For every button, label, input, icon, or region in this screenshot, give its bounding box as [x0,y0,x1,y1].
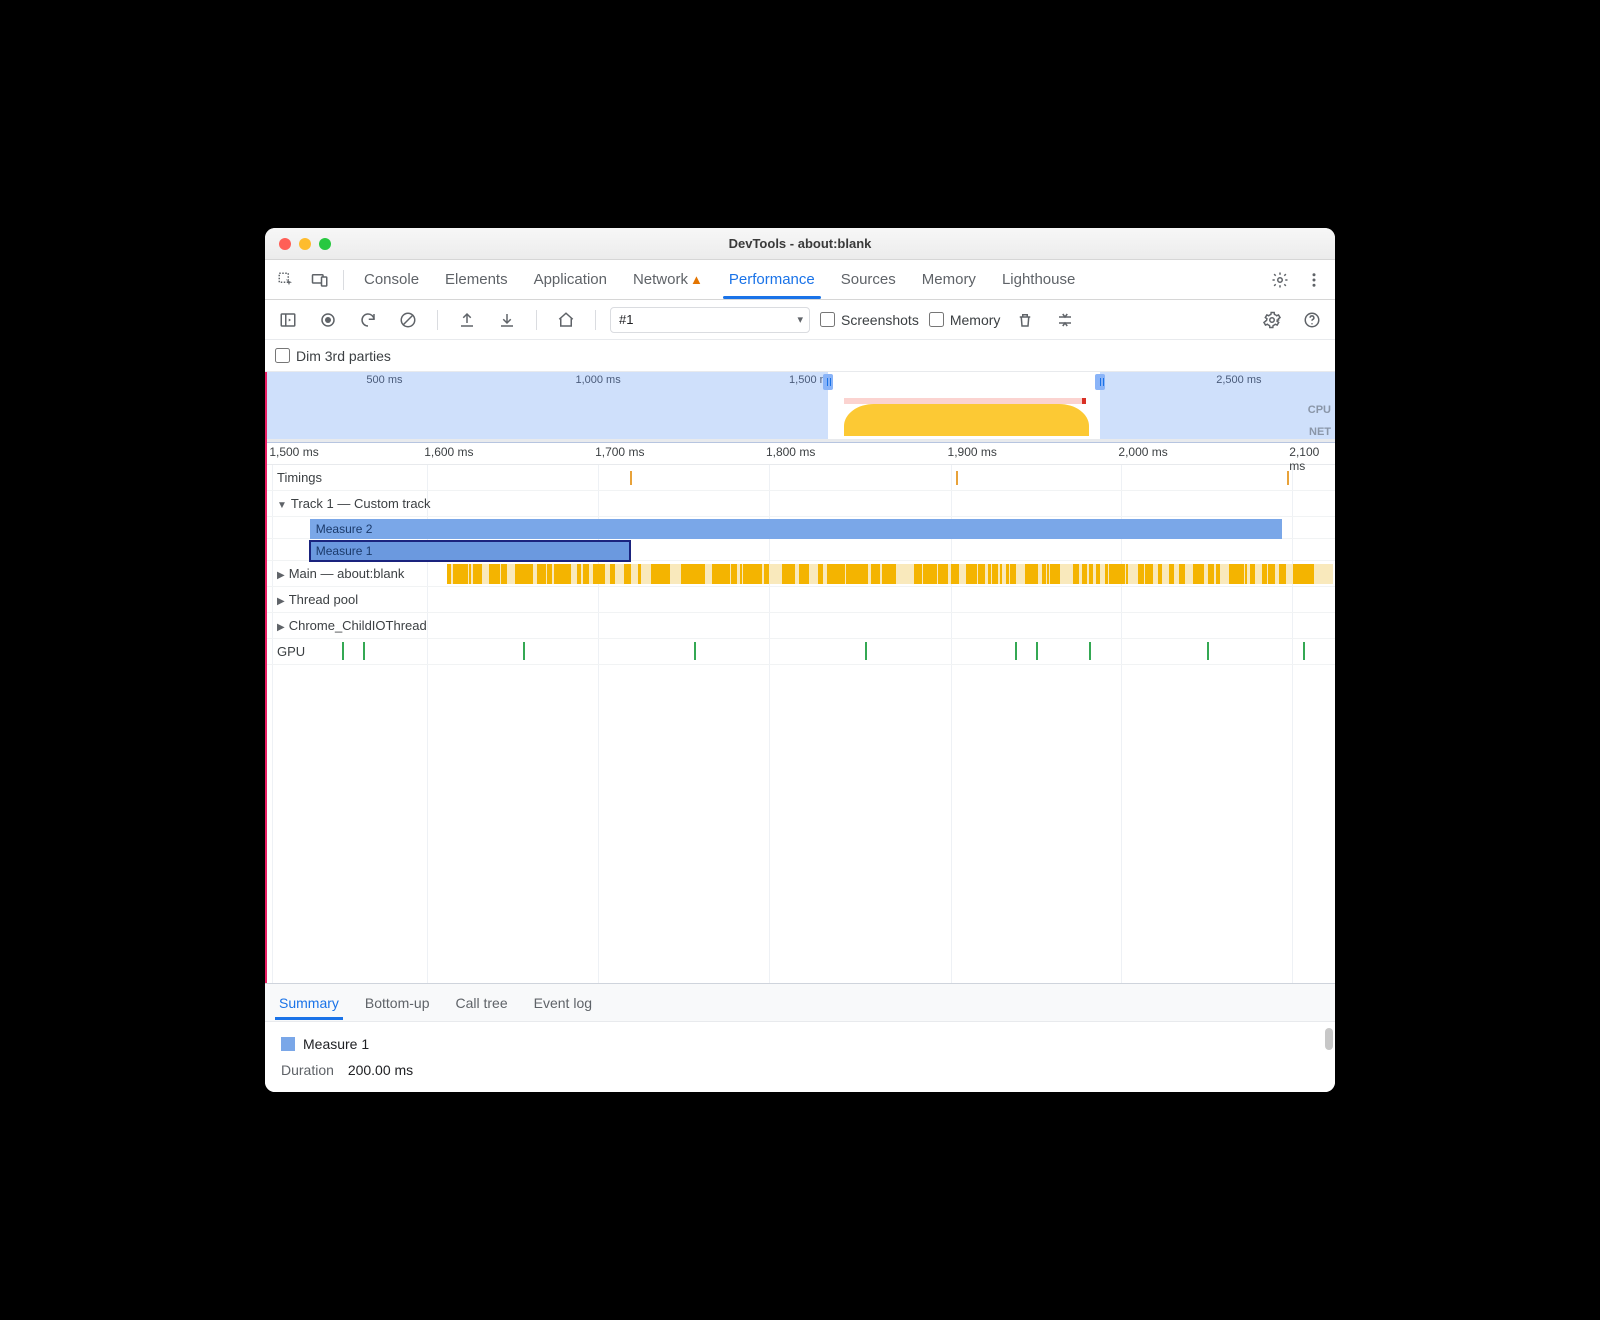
tab-application[interactable]: Application [532,263,609,296]
separator [595,310,596,330]
detail-tab-calltree[interactable]: Call tree [456,987,508,1019]
track-gpu[interactable]: GPU [267,639,1335,665]
chevron-down-icon: ▼ [277,500,287,511]
shortcuts-icon[interactable] [1050,305,1080,335]
overview-red-marker [1082,398,1086,404]
window-title: DevTools - about:blank [265,236,1335,251]
download-icon[interactable] [492,305,522,335]
tab-lighthouse[interactable]: Lighthouse [1000,263,1077,296]
dim-3rd-parties-checkbox[interactable]: Dim 3rd parties [275,348,391,364]
more-icon[interactable] [1299,265,1329,295]
duration-value: 200.00 ms [348,1062,413,1078]
recording-selector[interactable]: #1 [610,307,810,333]
color-swatch [281,1037,295,1051]
chevron-right-icon: ▶ [277,570,285,581]
gridlines-fill [267,665,1335,983]
overview-flame [267,392,1335,442]
toggle-panel-icon[interactable] [273,305,303,335]
clear-icon[interactable] [393,305,423,335]
separator [536,310,537,330]
tab-sources[interactable]: Sources [839,263,898,296]
screenshots-input[interactable] [820,312,835,327]
custom-track-label: ▼Track 1 — Custom track [267,496,431,511]
device-toolbar-icon[interactable] [305,265,335,295]
detail-tab-summary[interactable]: Summary [279,987,339,1019]
devtools-window: DevTools - about:blank Console Elements … [265,228,1335,1092]
separator [343,270,344,290]
detail-tab-eventlog[interactable]: Event log [534,987,592,1019]
overview-pane[interactable]: 500 ms1,000 ms1,500 ms2,000 ms2,500 ms C… [267,372,1335,443]
screenshots-label: Screenshots [841,312,919,328]
timings-label: Timings [267,470,322,485]
panel-tabs: Console Elements Application Network▲ Pe… [362,263,1261,296]
separator [437,310,438,330]
home-icon[interactable] [551,305,581,335]
warning-icon: ▲ [690,272,703,287]
duration-row: Duration 200.00 ms [281,1062,1319,1078]
overview-handle-right[interactable] [1095,374,1105,390]
flamechart-ruler[interactable]: 1,500 ms1,600 ms1,700 ms1,800 ms1,900 ms… [267,443,1335,465]
overview-cpu-hump [844,404,1090,436]
gpu-lane [267,639,1335,664]
chart-area: 500 ms1,000 ms1,500 ms2,000 ms2,500 ms C… [265,372,1335,983]
timings-lane [267,465,1335,490]
measure-2-bar[interactable]: Measure 2 [310,519,1282,539]
detail-pane: Summary Bottom-up Call tree Event log Me… [265,983,1335,1092]
overview-ruler: 500 ms1,000 ms1,500 ms2,000 ms2,500 ms [267,372,1335,390]
memory-checkbox[interactable]: Memory [929,312,1001,328]
dim-input[interactable] [275,348,290,363]
recording-selector-label: #1 [619,312,633,327]
inspect-icon[interactable] [271,265,301,295]
titlebar[interactable]: DevTools - about:blank [265,228,1335,260]
measure-2-label: Measure 2 [316,522,373,536]
tab-network[interactable]: Network▲ [631,263,705,296]
measure-1-bar[interactable]: Measure 1 [310,541,630,561]
selected-event-name: Measure 1 [303,1036,369,1052]
track-timings[interactable]: Timings [267,465,1335,491]
threadpool-label: ▶Thread pool [267,592,358,607]
capture-settings-icon[interactable] [1257,305,1287,335]
track-threadpool[interactable]: ▶Thread pool [267,587,1335,613]
tab-memory[interactable]: Memory [920,263,978,296]
dim-label: Dim 3rd parties [296,348,391,364]
gpu-label: GPU [267,644,305,659]
measure1-row[interactable]: Measure 1 [267,539,1335,561]
main-label: ▶Main — about:blank [267,566,404,581]
settings-icon[interactable] [1265,265,1295,295]
selected-event-title: Measure 1 [281,1036,1319,1052]
perf-toolbar: #1 Screenshots Memory [265,300,1335,340]
chevron-right-icon: ▶ [277,596,285,607]
overview-handle-left[interactable] [823,374,833,390]
track-childio[interactable]: ▶Chrome_ChildIOThread [267,613,1335,639]
record-icon[interactable] [313,305,343,335]
tab-elements[interactable]: Elements [443,263,510,296]
screenshots-checkbox[interactable]: Screenshots [820,312,919,328]
measure2-row[interactable]: Measure 2 [267,517,1335,539]
reload-record-icon[interactable] [353,305,383,335]
tab-network-label: Network [633,271,688,288]
memory-label: Memory [950,312,1001,328]
flamechart-tracks[interactable]: Timings ▼Track 1 — Custom track Measure … [267,465,1335,665]
chevron-right-icon: ▶ [277,622,285,633]
help-icon[interactable] [1297,305,1327,335]
track-custom-header[interactable]: ▼Track 1 — Custom track [267,491,1335,517]
panel-tabbar: Console Elements Application Network▲ Pe… [265,260,1335,300]
tab-performance[interactable]: Performance [727,263,817,296]
overview-net-strip [267,439,1335,442]
detail-tab-bottomup[interactable]: Bottom-up [365,987,430,1019]
detail-body: Measure 1 Duration 200.00 ms [265,1022,1335,1092]
memory-input[interactable] [929,312,944,327]
tab-console[interactable]: Console [362,263,421,296]
measure-1-label: Measure 1 [316,544,373,558]
duration-label: Duration [281,1062,334,1078]
main-tasks-strip [447,564,1333,584]
gc-icon[interactable] [1010,305,1040,335]
scrollbar-thumb[interactable] [1325,1028,1333,1050]
detail-tabs: Summary Bottom-up Call tree Event log [265,984,1335,1022]
options-row: Dim 3rd parties [265,340,1335,372]
flamechart-empty[interactable] [267,665,1335,983]
track-main[interactable]: ▶Main — about:blank [267,561,1335,587]
childio-label: ▶Chrome_ChildIOThread [267,618,427,633]
upload-icon[interactable] [452,305,482,335]
